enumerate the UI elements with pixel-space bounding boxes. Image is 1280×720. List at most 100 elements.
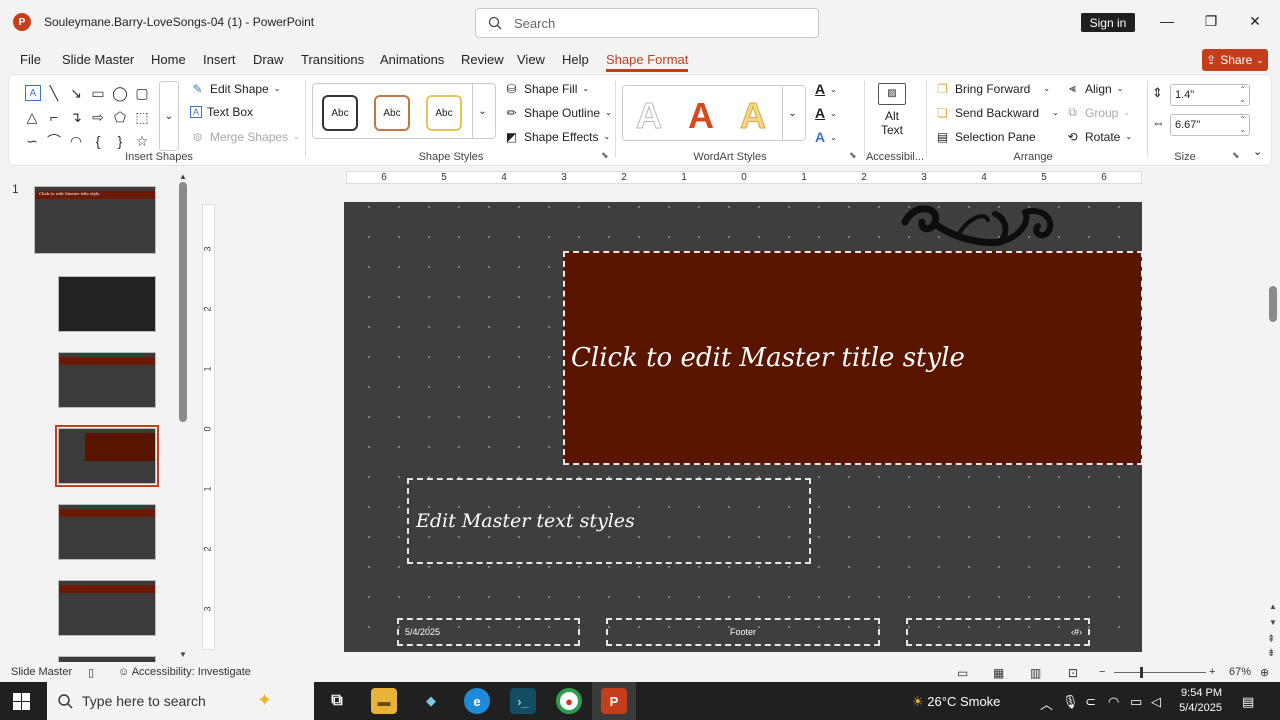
shape-width-input[interactable]: 6.67"	[1170, 114, 1250, 136]
fit-to-window-icon[interactable]: ⊕	[1260, 666, 1269, 679]
tab-slide-master[interactable]: Slide Master	[62, 52, 134, 67]
tab-review[interactable]: Review	[461, 52, 504, 67]
tab-shape-format[interactable]: Shape Format	[606, 52, 689, 72]
edit-shape-button[interactable]: ✎ Edit Shape ⌄	[190, 81, 280, 96]
tab-insert[interactable]: Insert	[203, 52, 236, 67]
footer-placeholder[interactable]: Footer	[606, 618, 880, 646]
zoom-in-icon[interactable]: +	[1209, 666, 1215, 678]
textbox-shape-icon[interactable]: A	[25, 85, 41, 101]
date-placeholder[interactable]: 5/4/2025	[397, 618, 580, 646]
wordart-style-orange[interactable]: A	[688, 95, 714, 137]
sign-in-button[interactable]: Sign in	[1081, 13, 1135, 32]
align-button[interactable]: ⫷ Align ⌄	[1065, 81, 1123, 96]
search-box[interactable]: Search	[475, 8, 819, 38]
thumbnail-layout-4[interactable]	[58, 504, 156, 560]
shape-style-dark-outline[interactable]: Abc	[322, 95, 358, 131]
chrome-browser-icon[interactable]: ●	[556, 688, 582, 714]
tab-file[interactable]: File	[20, 52, 41, 67]
shape-style-gold-outline[interactable]: Abc	[426, 95, 462, 131]
scroll-up-icon[interactable]: ▲	[179, 172, 187, 181]
bring-forward-button[interactable]: ❐ Bring Forward ⌄	[935, 81, 1050, 96]
thumbnail-layout-3-selected[interactable]	[55, 425, 159, 487]
rectangle-shape-icon[interactable]: ▭	[87, 81, 109, 105]
editor-scroll-thumb[interactable]	[1269, 286, 1277, 322]
text-outline-button[interactable]: A ⌄	[815, 105, 837, 121]
text-fill-button[interactable]: A ⌄	[815, 81, 837, 97]
show-hidden-icons-icon[interactable]: ︿	[1040, 694, 1053, 713]
share-button[interactable]: ⇪ Share ⌄	[1202, 49, 1268, 71]
tab-transitions[interactable]: Transitions	[301, 52, 364, 67]
pentagon-shape-icon[interactable]: ⬠	[109, 105, 131, 129]
send-backward-button[interactable]: ❏ Send Backward ⌄	[935, 105, 1059, 120]
left-brace-shape-icon[interactable]: {	[87, 129, 109, 153]
weather-widget[interactable]: ☀ 26°C Smoke	[912, 694, 1000, 710]
tab-animations[interactable]: Animations	[380, 52, 444, 67]
shape-style-orange-outline[interactable]: Abc	[374, 95, 410, 131]
collapse-ribbon-icon[interactable]: ⌄	[1253, 145, 1262, 158]
wordart-style-plain[interactable]: A	[636, 95, 663, 137]
tab-home[interactable]: Home	[151, 52, 186, 67]
tab-help[interactable]: Help	[562, 52, 589, 67]
system-clock[interactable]: 9:54 PM 5/4/2025	[1176, 686, 1222, 716]
zoom-out-icon[interactable]: −	[1099, 666, 1105, 678]
taskbar-search-box[interactable]: Type here to search ✦	[47, 682, 314, 720]
slide-canvas[interactable]: Click to edit Master title style Edit Ma…	[344, 202, 1142, 652]
volume-icon[interactable]: ◁	[1151, 694, 1161, 710]
powerpoint-taskbar-icon[interactable]: P	[601, 688, 627, 714]
slide-number-placeholder[interactable]: ‹#›	[906, 618, 1090, 646]
master-text-placeholder[interactable]: Edit Master text styles	[407, 478, 811, 564]
line-shape-icon[interactable]: ╲	[43, 81, 65, 105]
arrow-line-shape-icon[interactable]: ↘	[65, 81, 87, 105]
thumbnail-scrollbar[interactable]	[179, 182, 187, 422]
triangle-shape-icon[interactable]: △	[21, 105, 43, 129]
thumbnail-layout-2[interactable]	[58, 352, 156, 408]
slide-sorter-icon[interactable]: ▦	[993, 666, 1004, 680]
restore-icon[interactable]: ❐	[1200, 10, 1222, 32]
windows-start-icon[interactable]	[13, 693, 30, 710]
thumbnail-master[interactable]: Click to edit Master title style	[34, 186, 156, 254]
group-button[interactable]: ⧉ Group ⌄	[1065, 105, 1130, 120]
store-app-icon[interactable]: ◆	[418, 688, 444, 714]
normal-view-icon[interactable]: ▭	[957, 666, 968, 680]
oval-shape-icon[interactable]: ◯	[109, 81, 131, 105]
file-explorer-icon[interactable]: ▬	[371, 688, 397, 714]
arc-shape-icon[interactable]: ⌒	[43, 129, 65, 153]
alt-text-button[interactable]: ▨ Alt Text	[871, 81, 913, 145]
text-box-button[interactable]: A Text Box	[190, 105, 253, 119]
elbow-connector-shape-icon[interactable]: ⌐	[43, 105, 65, 129]
minimize-icon[interactable]: —	[1156, 10, 1178, 32]
wordart-more-icon[interactable]: ⌄	[782, 85, 802, 141]
shape-styles-more-icon[interactable]: ⌄	[472, 83, 492, 139]
text-effects-button[interactable]: A ⌄	[815, 129, 837, 145]
next-slide-icon[interactable]: ⇟	[1267, 648, 1275, 659]
notifications-icon[interactable]: ▤	[1242, 694, 1254, 710]
rotate-button[interactable]: ⟲ Rotate ⌄	[1065, 129, 1132, 144]
language-icon[interactable]: ▯	[88, 666, 94, 679]
freeform-shape-icon[interactable]: ∽	[21, 129, 43, 153]
tray-app-icon[interactable]: ⊂	[1085, 694, 1096, 710]
editor-scrollbar[interactable]: ▲ ▼ ⇞ ⇟	[1266, 170, 1280, 660]
shape-height-input[interactable]: 1.4"	[1170, 84, 1250, 106]
shape-fill-button[interactable]: ⛁ Shape Fill ⌄	[504, 81, 589, 96]
rounded-rect-shape-icon[interactable]: ▢	[131, 81, 153, 105]
battery-icon[interactable]: ▭	[1130, 694, 1142, 710]
thumbnail-layout-1[interactable]	[58, 276, 156, 332]
master-title-placeholder[interactable]: Click to edit Master title style	[563, 251, 1142, 465]
shape-outline-button[interactable]: ✏ Shape Outline ⌄	[504, 105, 611, 120]
terminal-app-icon[interactable]: ›_	[510, 688, 536, 714]
zoom-slider-track[interactable]	[1114, 672, 1206, 673]
slideshow-icon[interactable]: ⊡	[1068, 666, 1078, 680]
scroll-down-icon[interactable]: ▼	[1269, 618, 1277, 627]
right-brace-shape-icon[interactable]: }	[109, 129, 131, 153]
snip-rect-shape-icon[interactable]: ⬚	[131, 105, 153, 129]
curve-shape-icon[interactable]: ◠	[65, 129, 87, 153]
tab-draw[interactable]: Draw	[253, 52, 283, 67]
zoom-level[interactable]: 67%	[1229, 666, 1251, 678]
scroll-down-icon[interactable]: ▼	[179, 650, 187, 659]
selection-pane-button[interactable]: ▤ Selection Pane	[935, 129, 1036, 144]
zoom-slider-knob[interactable]	[1140, 667, 1143, 678]
shape-effects-button[interactable]: ◩ Shape Effects ⌄	[504, 129, 610, 144]
close-icon[interactable]: ✕	[1244, 10, 1266, 32]
right-arrow-shape-icon[interactable]: ⇨	[87, 105, 109, 129]
wordart-style-gold[interactable]: A	[740, 95, 767, 137]
